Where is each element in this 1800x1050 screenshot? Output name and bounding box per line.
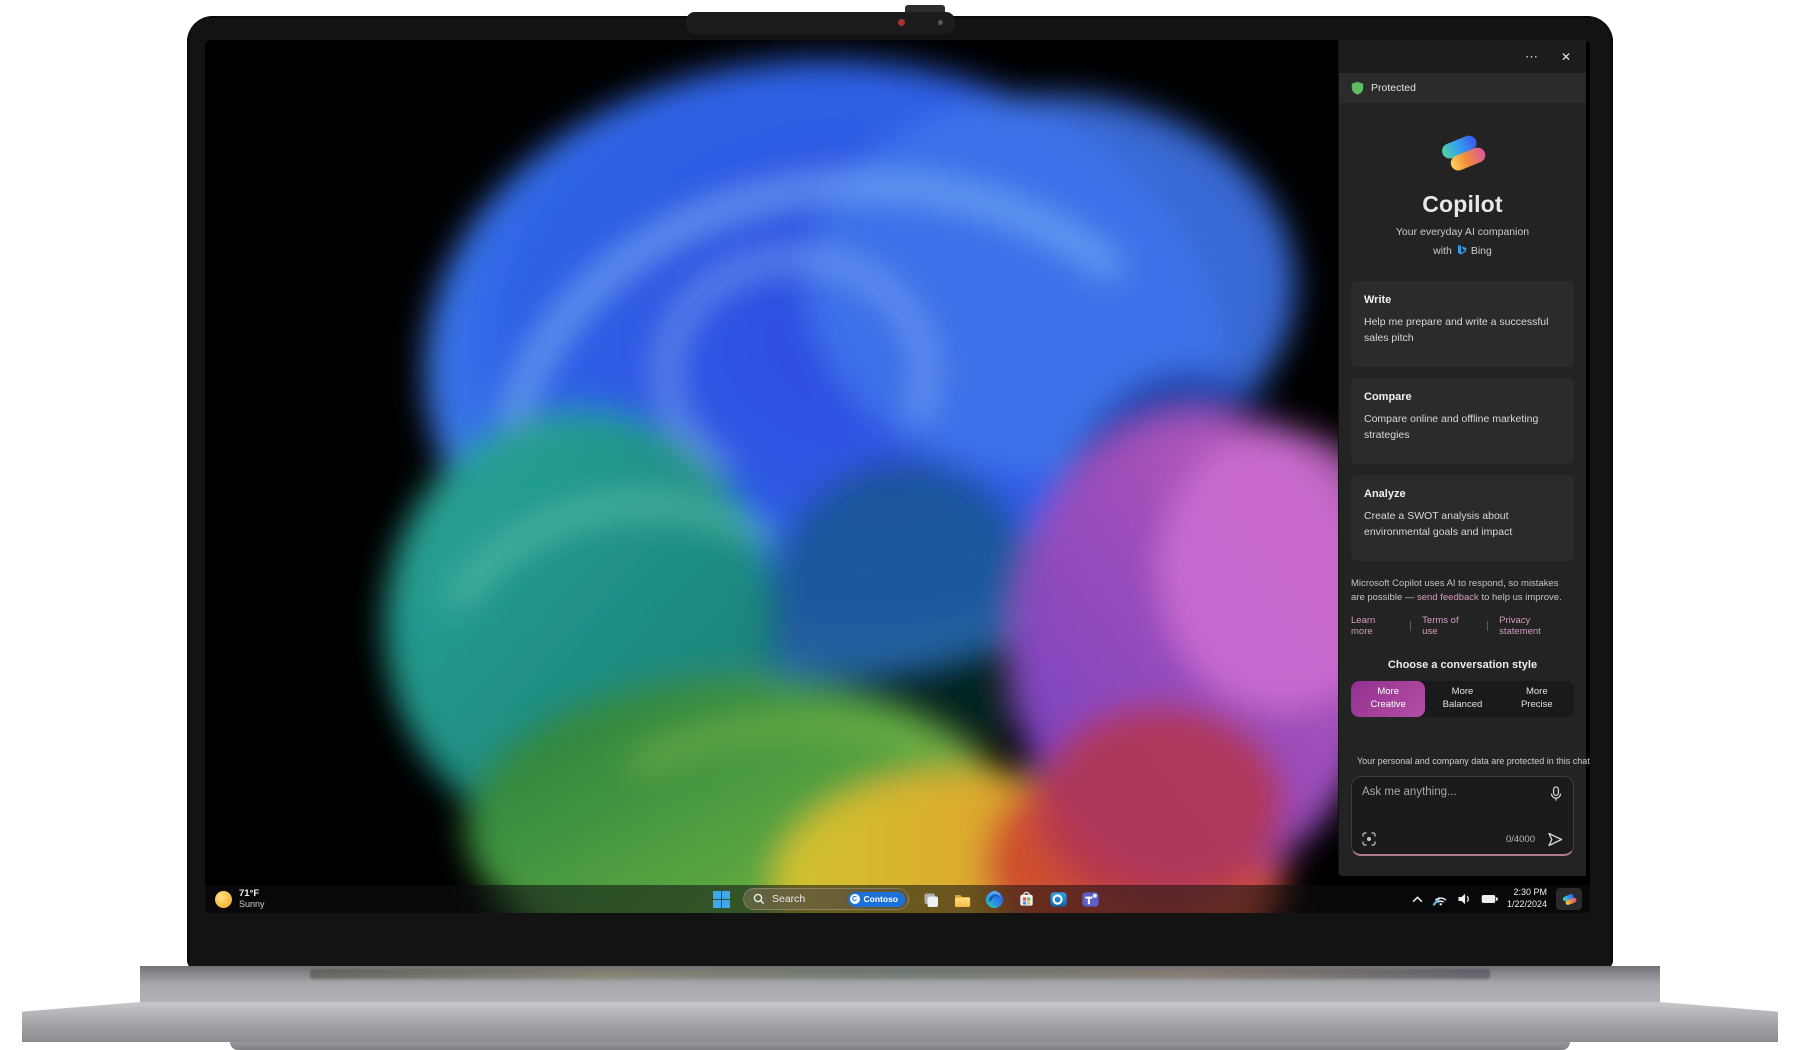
bing-icon [1456,244,1467,257]
task-view-icon[interactable] [920,889,941,910]
close-icon[interactable]: ✕ [1561,50,1571,64]
teams-icon[interactable] [1080,889,1101,910]
search-icon [753,893,765,905]
weather-temp: 71°F [239,888,265,899]
suggestion-card-analyze[interactable]: Analyze Create a SWOT analysis about env… [1351,475,1574,561]
laptop-base-bottom [230,1042,1570,1050]
conversation-style-selector: More Creative More Balanced More Precise [1351,681,1574,717]
laptop-mockup: 71°F Sunny Search C Contoso [0,0,1800,1050]
file-explorer-icon[interactable] [952,889,973,910]
edge-browser-icon[interactable] [984,889,1005,910]
weather-widget[interactable]: 71°F Sunny [215,885,265,913]
search-placeholder: Search [772,893,841,905]
speaker-icon[interactable] [1457,892,1472,906]
suggestion-card-write[interactable]: Write Help me prepare and write a succes… [1351,281,1574,367]
chat-input-box[interactable]: 0/4000 [1351,776,1574,856]
with-label: with [1433,245,1452,257]
more-options-icon[interactable]: ⋯ [1525,49,1539,65]
suggestion-card-compare[interactable]: Compare Compare online and offline marke… [1351,378,1574,464]
display: 71°F Sunny Search C Contoso [205,40,1590,913]
panel-titlebar: ⋯ ✕ [1339,40,1586,73]
footer-links: Learn more Terms of use Privacy statemen… [1351,615,1574,637]
webcam-notch [686,12,955,34]
ai-disclaimer: Microsoft Copilot uses AI to respond, so… [1351,577,1574,606]
microsoft-store-icon[interactable] [1016,889,1037,910]
sun-icon [215,891,232,908]
bing-label: Bing [1471,245,1492,257]
style-more-balanced[interactable]: More Balanced [1425,681,1499,717]
divider [1410,621,1411,631]
terms-link[interactable]: Terms of use [1422,615,1476,637]
copilot-tray-icon[interactable] [1556,888,1582,910]
send-feedback-link[interactable]: send feedback [1417,592,1479,603]
start-button-icon[interactable] [711,889,732,910]
send-icon[interactable] [1547,832,1563,847]
screenshot-icon[interactable] [1362,832,1376,846]
keyboard-reflection [310,969,1490,979]
data-protection-note: Your personal and company data are prote… [1351,755,1574,767]
style-more-creative[interactable]: More Creative [1351,681,1425,717]
clock[interactable]: 2:30 PM 1/22/2024 [1507,887,1547,910]
camera-led [898,19,905,26]
conversation-style-heading: Choose a conversation style [1339,659,1586,671]
search-input[interactable]: Search C Contoso [743,888,909,910]
panel-title: Copilot [1339,191,1586,218]
laptop-base-front [22,1002,1778,1042]
outlook-icon[interactable] [1048,889,1069,910]
contoso-logo-icon: C [850,894,860,904]
weather-condition: Sunny [239,899,265,910]
style-more-precise[interactable]: More Precise [1500,681,1574,717]
shield-icon [1351,81,1364,95]
copilot-panel: ⋯ ✕ Protected Copilot Your everyday AI c… [1338,40,1586,876]
microphone-icon[interactable] [1549,786,1563,802]
taskbar: 71°F Sunny Search C Contoso [205,885,1590,913]
protected-banner: Protected [1339,73,1586,103]
laptop-base-deck [140,966,1660,1006]
divider [1487,621,1488,631]
suggestion-cards: Write Help me prepare and write a succes… [1351,281,1574,561]
chat-input[interactable] [1362,786,1543,798]
contoso-badge: C Contoso [848,892,905,907]
tray-time: 2:30 PM [1507,887,1547,899]
protected-label: Protected [1371,82,1416,94]
char-counter: 0/4000 [1506,834,1535,845]
camera-lens [938,20,943,25]
battery-icon[interactable] [1481,894,1498,904]
wifi-icon[interactable] [1432,892,1448,906]
copilot-logo-icon [1439,129,1487,177]
privacy-statement-link[interactable]: Privacy statement [1499,615,1574,637]
tray-date: 1/22/2024 [1507,899,1547,911]
panel-subtitle: Your everyday AI companion [1339,226,1586,238]
learn-more-link[interactable]: Learn more [1351,615,1399,637]
chevron-up-icon[interactable] [1412,895,1423,904]
